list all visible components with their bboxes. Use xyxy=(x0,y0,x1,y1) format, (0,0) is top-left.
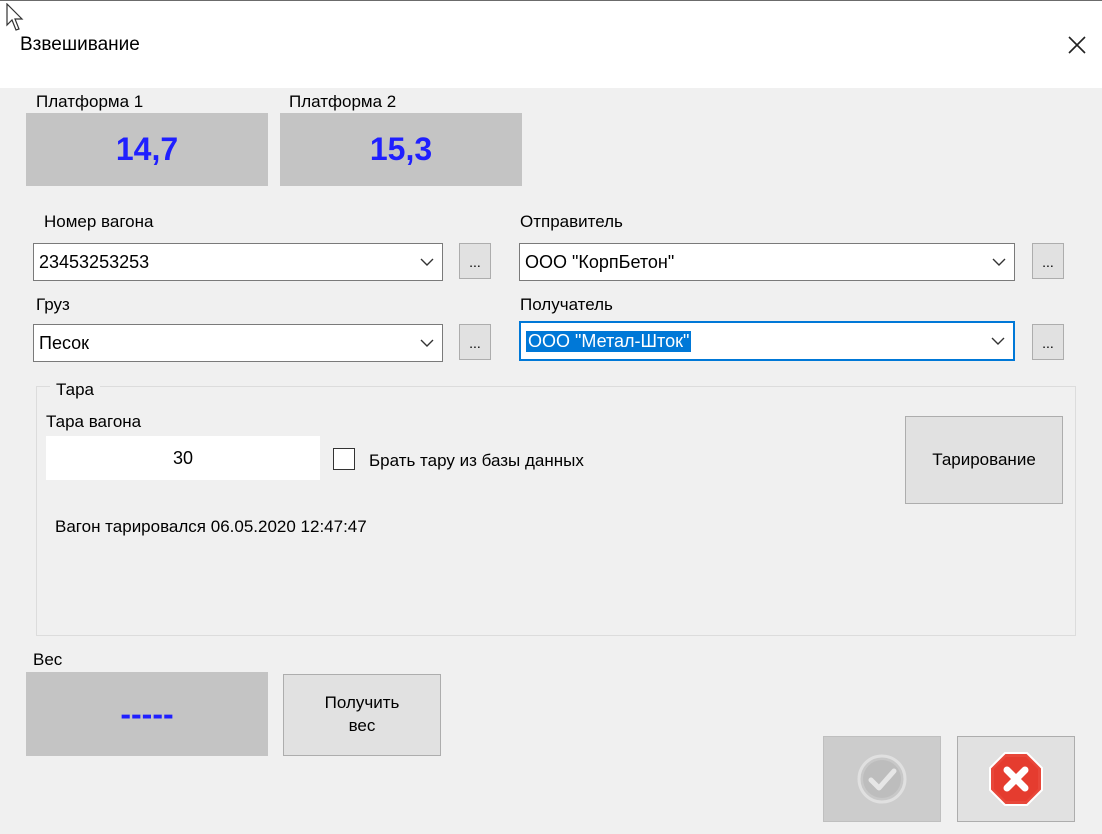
chevron-down-icon[interactable] xyxy=(983,323,1013,359)
use-db-tare-label: Брать тару из базы данных xyxy=(369,451,584,470)
get-weight-label-line1: Получить xyxy=(324,693,400,713)
platform-1-display: 14,7 xyxy=(26,113,268,186)
receiver-combobox[interactable]: ООО "Метал-Шток" xyxy=(519,321,1015,361)
cargo-browse-button[interactable]: ... xyxy=(459,324,491,360)
sender-label: Отправитель xyxy=(520,212,623,231)
cargo-combobox[interactable]: Песок xyxy=(33,324,443,362)
get-weight-button[interactable]: Получить вес xyxy=(283,674,441,756)
chevron-down-icon[interactable] xyxy=(984,244,1014,280)
use-db-tare-checkbox[interactable] xyxy=(333,448,355,470)
taring-button[interactable]: Тарирование xyxy=(905,416,1063,504)
ok-button[interactable] xyxy=(823,736,941,822)
wagon-number-browse-button[interactable]: ... xyxy=(459,243,491,279)
title-bar: Взвешивание xyxy=(0,0,1102,89)
get-weight-label-line2: вес xyxy=(348,716,376,735)
platform-1-label: Платформа 1 xyxy=(36,92,144,111)
receiver-label: Получатель xyxy=(520,295,613,314)
cargo-value: Песок xyxy=(39,332,90,353)
mouse-cursor-icon xyxy=(6,3,24,31)
weight-display: ----- xyxy=(26,672,268,756)
sender-combobox[interactable]: ООО "КорпБетон" xyxy=(519,243,1015,281)
wagon-tare-label: Тара вагона xyxy=(46,412,142,431)
weight-label: Вес xyxy=(33,650,63,669)
chevron-down-icon[interactable] xyxy=(412,244,442,280)
wagon-tare-input[interactable]: 30 xyxy=(46,436,320,480)
platform-2-display: 15,3 xyxy=(280,113,522,186)
sender-value: ООО "КорпБетон" xyxy=(525,251,675,272)
last-taring-text: Вагон тарировался 06.05.2020 12:47:47 xyxy=(55,517,367,536)
cargo-label: Груз xyxy=(36,295,70,314)
platform-2-label: Платформа 2 xyxy=(289,92,397,111)
receiver-browse-button[interactable]: ... xyxy=(1032,324,1064,360)
window-title: Взвешивание xyxy=(20,34,140,55)
chevron-down-icon[interactable] xyxy=(412,325,442,361)
wagon-number-value: 23453253253 xyxy=(39,251,150,272)
sender-browse-button[interactable]: ... xyxy=(1032,243,1064,279)
cancel-button[interactable] xyxy=(957,736,1075,822)
receiver-value-wrap: ООО "Метал-Шток" xyxy=(521,330,983,352)
tare-group-title: Тара xyxy=(50,380,100,400)
dialog-body: Платформа 1 14,7 Платформа 2 15,3 Номер … xyxy=(0,88,1102,834)
close-icon xyxy=(1068,36,1086,54)
close-button[interactable] xyxy=(1052,23,1102,67)
receiver-value: ООО "Метал-Шток" xyxy=(526,330,692,352)
checkmark-icon xyxy=(857,754,907,804)
wagon-number-combobox[interactable]: 23453253253 xyxy=(33,243,443,281)
cancel-icon xyxy=(989,752,1043,806)
wagon-number-label: Номер вагона xyxy=(44,212,154,231)
